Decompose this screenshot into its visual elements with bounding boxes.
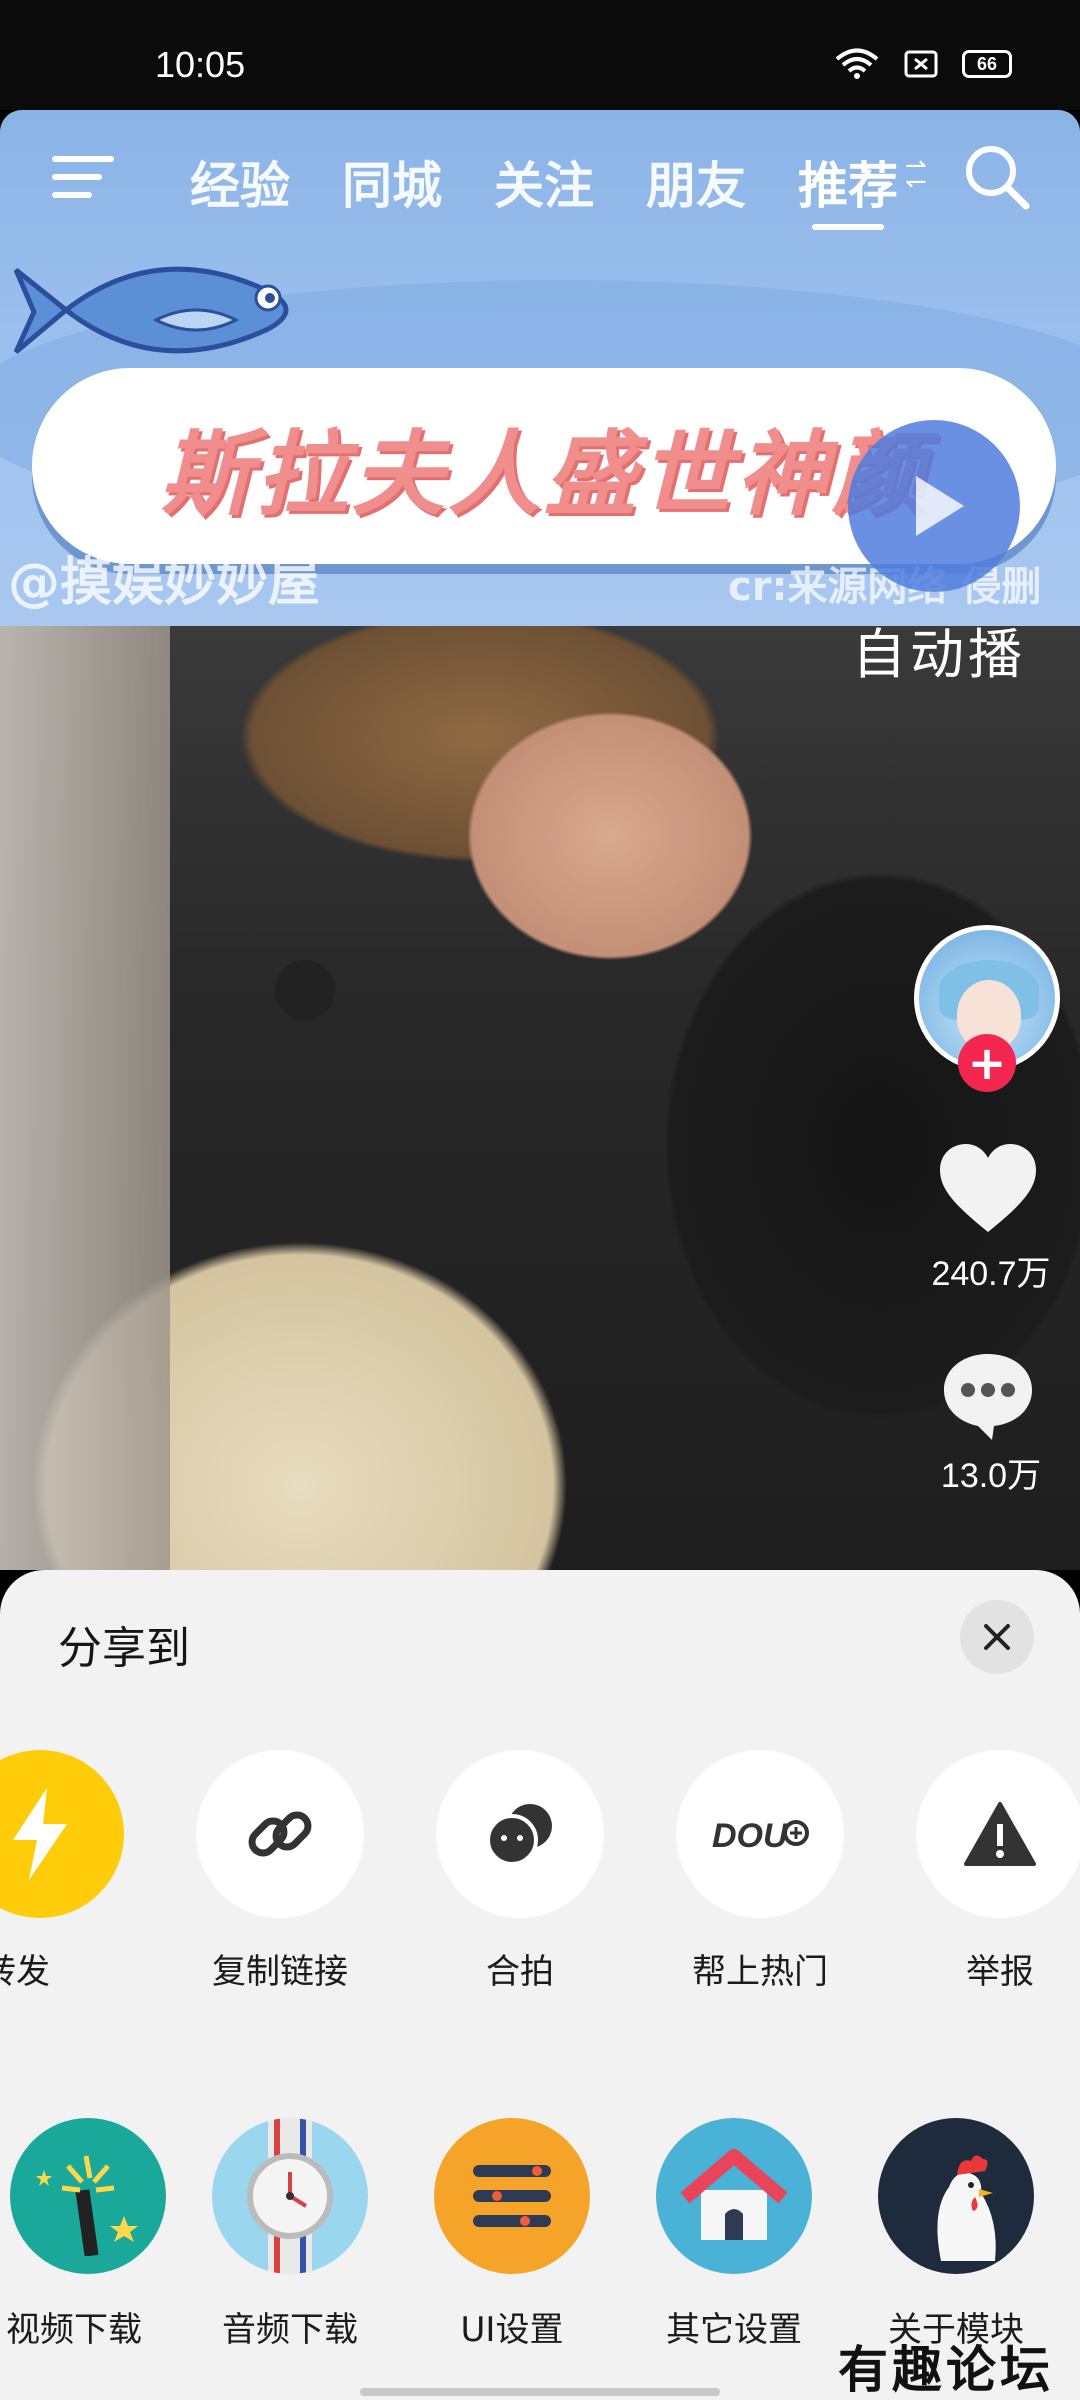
module-about[interactable]: 关于模块 xyxy=(846,2118,1066,2351)
share-item-report[interactable]: 举报 xyxy=(890,1750,1080,1993)
menu-icon[interactable] xyxy=(52,152,114,202)
module-label: 其它设置 xyxy=(666,2310,802,2350)
duet-icon xyxy=(436,1750,604,1918)
share-item-label: 合拍 xyxy=(486,1952,554,1992)
watch-icon xyxy=(212,2118,368,2274)
module-label: UI设置 xyxy=(460,2310,564,2350)
video-player[interactable]: 斯拉夫人盛世神颜 xyxy=(0,110,1080,1570)
dou-plus-icon: DOU xyxy=(676,1750,844,1918)
module-other-settings[interactable]: 其它设置 xyxy=(624,2118,844,2351)
list-icon xyxy=(434,2118,590,2274)
top-navigation: 经验 同城 关注 朋友 推荐 ⇀ ↽ xyxy=(0,110,1080,240)
status-bar: 10:05 66 xyxy=(0,0,1080,110)
module-video-download[interactable]: 视频下载 xyxy=(0,2118,184,2351)
battery-icon: 66 xyxy=(962,50,1012,78)
wifi-icon xyxy=(835,48,879,79)
svg-text:DOU: DOU xyxy=(712,1817,789,1855)
site-watermark: 有趣论坛 xyxy=(838,2340,1054,2399)
status-icons: 66 xyxy=(834,48,1012,80)
share-item-label: 复制链接 xyxy=(212,1952,348,1992)
lightning-icon xyxy=(0,1750,124,1918)
comment-icon[interactable] xyxy=(938,1348,1038,1442)
share-item-dou-plus[interactable]: DOU 帮上热门 xyxy=(650,1750,870,1993)
house-icon xyxy=(656,2118,812,2274)
link-icon xyxy=(196,1750,364,1918)
video-frame xyxy=(0,626,1080,1570)
module-label: 音频下载 xyxy=(222,2310,358,2350)
tab-following[interactable]: 关注 xyxy=(494,146,594,218)
tab-nearby[interactable]: 同城 xyxy=(342,146,442,218)
heart-icon[interactable] xyxy=(936,1140,1040,1236)
banner-text: 斯拉夫人盛世神颜 xyxy=(159,420,928,528)
warning-icon xyxy=(916,1750,1080,1918)
tab-friends[interactable]: 朋友 xyxy=(646,146,746,218)
sort-arrows-icon: ⇀ ↽ xyxy=(905,151,927,197)
module-audio-download[interactable]: 音频下载 xyxy=(180,2118,400,2351)
share-item-label: 帮上热门 xyxy=(692,1952,828,1992)
tab-recommend[interactable]: 推荐 xyxy=(798,146,898,218)
fish-icon xyxy=(13,266,289,354)
share-item-forward[interactable]: 转发 xyxy=(0,1750,150,1993)
module-label: 视频下载 xyxy=(6,2310,142,2350)
autoplay-button[interactable] xyxy=(848,420,1020,592)
magic-wand-icon xyxy=(10,2118,166,2274)
video-watermark-left: @摸娱妙妙屋 xyxy=(8,553,321,613)
tab-experience[interactable]: 经验 xyxy=(190,146,290,218)
share-sheet: 分享到 转发 复制链接 xyxy=(0,1570,1080,2400)
module-ui-settings[interactable]: UI设置 xyxy=(402,2118,622,2351)
home-indicator[interactable] xyxy=(360,2388,720,2396)
active-tab-indicator xyxy=(812,224,884,230)
sim-off-icon xyxy=(904,50,938,78)
earbud xyxy=(275,960,335,1020)
autoplay-label: 自动播 xyxy=(852,623,1026,686)
share-item-copy-link[interactable]: 复制链接 xyxy=(170,1750,390,1993)
comment-count: 13.0万 xyxy=(940,1457,1042,1495)
status-time: 10:05 xyxy=(155,44,246,85)
follow-plus-icon[interactable]: + xyxy=(958,1034,1016,1092)
play-icon xyxy=(916,476,964,536)
search-icon[interactable] xyxy=(962,142,1032,212)
close-button[interactable] xyxy=(960,1600,1034,1674)
share-sheet-title: 分享到 xyxy=(58,1623,190,1674)
rooster-icon xyxy=(878,2118,1034,2274)
like-count: 240.7万 xyxy=(931,1255,1051,1293)
close-icon xyxy=(984,1624,1010,1650)
share-item-label: 转发 xyxy=(0,1952,50,1992)
share-item-label: 举报 xyxy=(966,1952,1034,1992)
share-item-duet[interactable]: 合拍 xyxy=(410,1750,630,1993)
